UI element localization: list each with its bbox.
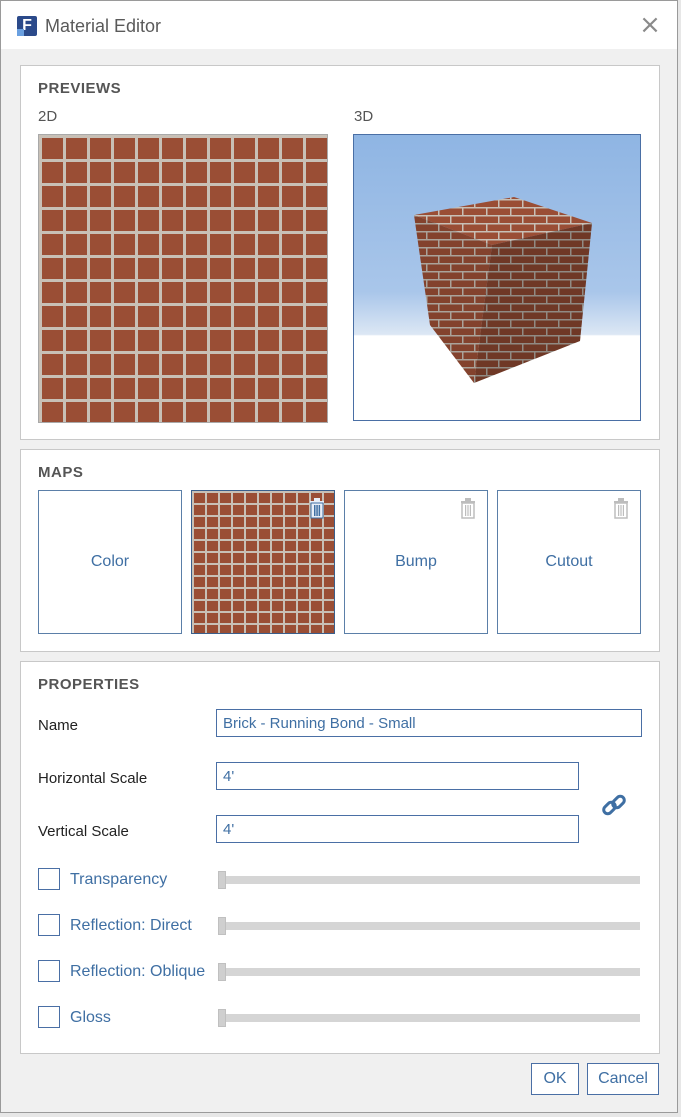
reflection-oblique-slider[interactable] xyxy=(218,963,640,981)
name-field[interactable]: Brick - Running Bond - Small xyxy=(216,709,642,737)
close-button[interactable]: × xyxy=(639,12,661,38)
delete-cutout-trash-icon[interactable] xyxy=(612,497,630,519)
properties-panel: PROPERTIES Name Brick - Running Bond - S… xyxy=(20,661,660,1054)
transparency-checkbox[interactable] xyxy=(38,868,60,890)
reflection-direct-slider-thumb[interactable] xyxy=(218,917,226,935)
transparency-label: Transparency xyxy=(70,871,168,888)
gloss-checkbox[interactable] xyxy=(38,1006,60,1028)
ok-button[interactable]: OK xyxy=(531,1063,579,1095)
maps-panel: MAPS Color Bump Cutout xyxy=(20,449,660,652)
preview-2d-image xyxy=(38,134,328,423)
vertical-scale-field[interactable]: 4' xyxy=(216,815,579,843)
reflection-oblique-slider-thumb[interactable] xyxy=(218,963,226,981)
link-scale-icon[interactable] xyxy=(601,792,627,818)
reflection-direct-slider[interactable] xyxy=(218,917,640,935)
map-tile-diffuse[interactable] xyxy=(191,490,335,634)
app-logo-icon: F xyxy=(17,16,37,36)
previews-panel: PREVIEWS 2D 3D xyxy=(20,65,660,440)
reflection-direct-checkbox[interactable] xyxy=(38,914,60,936)
delete-bump-trash-icon[interactable] xyxy=(459,497,477,519)
gloss-slider-thumb[interactable] xyxy=(218,1009,226,1027)
map-tile-color[interactable]: Color xyxy=(38,490,182,634)
gloss-label: Gloss xyxy=(70,1009,111,1026)
preview-2d-label: 2D xyxy=(38,108,58,125)
reflection-oblique-checkbox[interactable] xyxy=(38,960,60,982)
delete-map-trash-icon[interactable] xyxy=(308,497,326,519)
transparency-slider[interactable] xyxy=(218,871,640,889)
gloss-slider[interactable] xyxy=(218,1009,640,1027)
previews-heading: PREVIEWS xyxy=(38,80,122,97)
map-tile-cutout[interactable]: Cutout xyxy=(497,490,641,634)
map-tile-color-label: Color xyxy=(90,553,130,570)
reflection-oblique-label: Reflection: Oblique xyxy=(70,963,206,980)
name-label: Name xyxy=(38,717,79,734)
title-bar: F Material Editor × xyxy=(1,1,677,49)
preview-3d-viewport[interactable] xyxy=(353,134,641,421)
vertical-scale-label: Vertical Scale xyxy=(38,823,129,840)
map-tile-cutout-label: Cutout xyxy=(545,553,593,570)
transparency-slider-thumb[interactable] xyxy=(218,871,226,889)
horizontal-scale-label: Horizontal Scale xyxy=(38,770,148,787)
cancel-button[interactable]: Cancel xyxy=(587,1063,659,1095)
window-title: Material Editor xyxy=(45,16,162,36)
reflection-direct-label: Reflection: Direct xyxy=(70,917,192,934)
map-tile-bump-label: Bump xyxy=(395,553,437,570)
maps-heading: MAPS xyxy=(38,464,84,481)
preview-3d-label: 3D xyxy=(354,108,374,125)
brick-cube-render xyxy=(414,197,592,383)
properties-heading: PROPERTIES xyxy=(38,676,140,693)
material-editor-dialog: F Material Editor × PREVIEWS 2D 3D MAPS … xyxy=(0,0,678,1113)
map-tile-bump[interactable]: Bump xyxy=(344,490,488,634)
horizontal-scale-field[interactable]: 4' xyxy=(216,762,579,790)
